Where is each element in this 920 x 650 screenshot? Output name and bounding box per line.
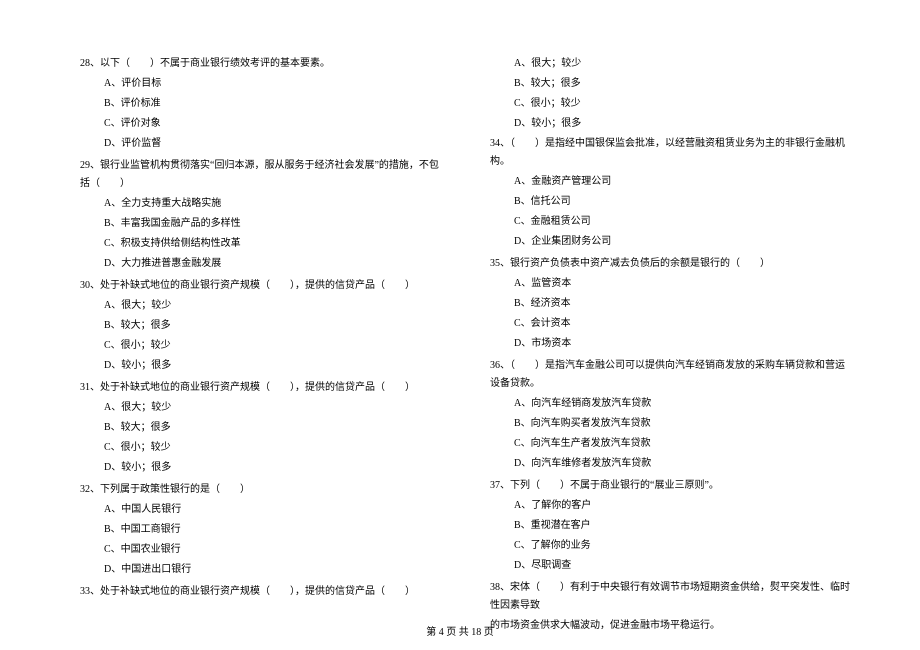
option-d: D、大力推进普惠金融发展 (104, 255, 440, 273)
option-a: A、金融资产管理公司 (514, 173, 850, 191)
option-d: D、较小；很多 (104, 459, 440, 477)
question-35: 35、银行资产负债表中资产减去负债后的余额是银行的（ ） A、监管资本 B、经济… (490, 255, 850, 355)
question-text: 34、（ ）是指经中国银保监会批准，以经营融资租赁业务为主的非银行金融机构。 (490, 135, 850, 171)
option-c: C、积极支持供给侧结构性改革 (104, 235, 440, 253)
question-text: 37、下列（ ）不属于商业银行的“展业三原则”。 (490, 477, 850, 495)
option-b: B、较大；很多 (104, 317, 440, 335)
option-a: A、向汽车经销商发放汽车贷款 (514, 395, 850, 413)
option-c: C、很小；较少 (104, 337, 440, 355)
option-d: D、中国进出口银行 (104, 561, 440, 579)
option-b: B、重视潜在客户 (514, 517, 850, 535)
question-text: 31、处于补缺式地位的商业银行资产规模（ ），提供的信贷产品（ ） (80, 379, 440, 397)
option-a: A、很大；较少 (104, 297, 440, 315)
option-d: D、企业集团财务公司 (514, 233, 850, 251)
option-b: B、经济资本 (514, 295, 850, 313)
question-31: 31、处于补缺式地位的商业银行资产规模（ ），提供的信贷产品（ ） A、很大；较… (80, 379, 440, 479)
left-column: 28、以下（ ）不属于商业银行绩效考评的基本要素。 A、评价目标 B、评价标准 … (80, 55, 440, 605)
option-d: D、较小；很多 (104, 357, 440, 375)
option-b: B、信托公司 (514, 193, 850, 211)
options-list: A、评价目标 B、评价标准 C、评价对象 D、评价监督 (80, 75, 440, 153)
options-list: A、全力支持重大战略实施 B、丰富我国金融产品的多样性 C、积极支持供给侧结构性… (80, 195, 440, 273)
question-text: 36、（ ）是指汽车金融公司可以提供向汽车经销商发放的采购车辆贷款和营运设备贷款… (490, 357, 850, 393)
question-28: 28、以下（ ）不属于商业银行绩效考评的基本要素。 A、评价目标 B、评价标准 … (80, 55, 440, 155)
option-d: D、向汽车维修者发放汽车贷款 (514, 455, 850, 473)
option-c: C、很小；较少 (514, 95, 850, 113)
question-text: 29、银行业监管机构贯彻落实“回归本源，服从服务于经济社会发展”的措施，不包括（… (80, 157, 440, 193)
option-d: D、市场资本 (514, 335, 850, 353)
question-34: 34、（ ）是指经中国银保监会批准，以经营融资租赁业务为主的非银行金融机构。 A… (490, 135, 850, 253)
option-a: A、全力支持重大战略实施 (104, 195, 440, 213)
options-list: A、中国人民银行 B、中国工商银行 C、中国农业银行 D、中国进出口银行 (80, 501, 440, 579)
option-d: D、较小；很多 (514, 115, 850, 133)
question-37: 37、下列（ ）不属于商业银行的“展业三原则”。 A、了解你的客户 B、重视潜在… (490, 477, 850, 577)
option-c: C、了解你的业务 (514, 537, 850, 555)
question-text: 32、下列属于政策性银行的是（ ） (80, 481, 440, 499)
options-list: A、了解你的客户 B、重视潜在客户 C、了解你的业务 D、尽职调查 (490, 497, 850, 575)
option-a: A、中国人民银行 (104, 501, 440, 519)
question-text: 33、处于补缺式地位的商业银行资产规模（ ），提供的信贷产品（ ） (80, 583, 440, 601)
option-c: C、评价对象 (104, 115, 440, 133)
document-content: 28、以下（ ）不属于商业银行绩效考评的基本要素。 A、评价目标 B、评价标准 … (80, 55, 850, 605)
option-a: A、很大；较少 (104, 399, 440, 417)
question-33: 33、处于补缺式地位的商业银行资产规模（ ），提供的信贷产品（ ） (80, 583, 440, 603)
options-list: A、金融资产管理公司 B、信托公司 C、金融租赁公司 D、企业集团财务公司 (490, 173, 850, 251)
question-29: 29、银行业监管机构贯彻落实“回归本源，服从服务于经济社会发展”的措施，不包括（… (80, 157, 440, 275)
question-text: 35、银行资产负债表中资产减去负债后的余额是银行的（ ） (490, 255, 850, 273)
option-a: A、评价目标 (104, 75, 440, 93)
options-list: A、向汽车经销商发放汽车贷款 B、向汽车购买者发放汽车贷款 C、向汽车生产者发放… (490, 395, 850, 473)
options-list: A、监管资本 B、经济资本 C、会计资本 D、市场资本 (490, 275, 850, 353)
option-c: C、中国农业银行 (104, 541, 440, 559)
option-c: C、向汽车生产者发放汽车贷款 (514, 435, 850, 453)
option-b: B、较大；很多 (514, 75, 850, 93)
option-b: B、较大；很多 (104, 419, 440, 437)
option-a: A、很大；较少 (514, 55, 850, 73)
option-b: B、中国工商银行 (104, 521, 440, 539)
option-b: B、向汽车购买者发放汽车贷款 (514, 415, 850, 433)
option-c: C、会计资本 (514, 315, 850, 333)
option-c: C、很小；较少 (104, 439, 440, 457)
option-d: D、尽职调查 (514, 557, 850, 575)
question-36: 36、（ ）是指汽车金融公司可以提供向汽车经销商发放的采购车辆贷款和营运设备贷款… (490, 357, 850, 475)
question-text: 28、以下（ ）不属于商业银行绩效考评的基本要素。 (80, 55, 440, 73)
right-column: A、很大；较少 B、较大；很多 C、很小；较少 D、较小；很多 34、（ ）是指… (490, 55, 850, 605)
question-text: 38、宋体（ ）有利于中央银行有效调节市场短期资金供给，熨平突发性、临时性因素导… (490, 579, 850, 615)
question-30: 30、处于补缺式地位的商业银行资产规模（ ），提供的信贷产品（ ） A、很大；较… (80, 277, 440, 377)
option-d: D、评价监督 (104, 135, 440, 153)
option-a: A、监管资本 (514, 275, 850, 293)
question-33-options: A、很大；较少 B、较大；很多 C、很小；较少 D、较小；很多 (490, 55, 850, 135)
question-text: 30、处于补缺式地位的商业银行资产规模（ ），提供的信贷产品（ ） (80, 277, 440, 295)
option-c: C、金融租赁公司 (514, 213, 850, 231)
option-b: B、评价标准 (104, 95, 440, 113)
question-32: 32、下列属于政策性银行的是（ ） A、中国人民银行 B、中国工商银行 C、中国… (80, 481, 440, 581)
options-list: A、很大；较少 B、较大；很多 C、很小；较少 D、较小；很多 (80, 297, 440, 375)
options-list: A、很大；较少 B、较大；很多 C、很小；较少 D、较小；很多 (80, 399, 440, 477)
option-a: A、了解你的客户 (514, 497, 850, 515)
option-b: B、丰富我国金融产品的多样性 (104, 215, 440, 233)
page-footer: 第 4 页 共 18 页 (0, 623, 920, 638)
